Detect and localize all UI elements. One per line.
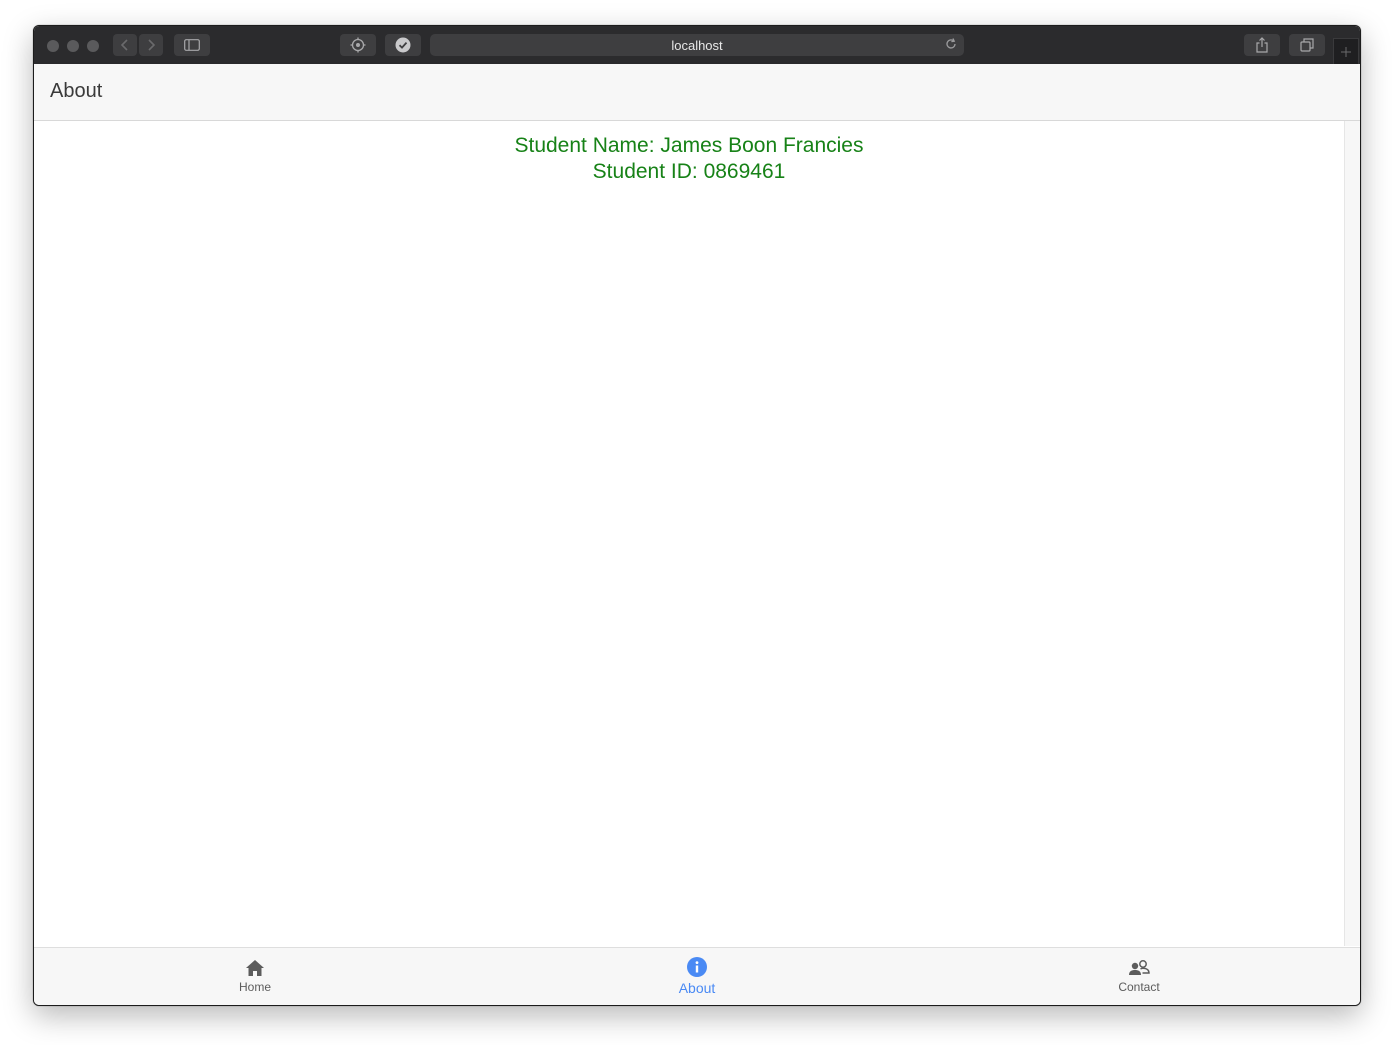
minimize-window-button[interactable] (67, 40, 79, 52)
scrollbar[interactable] (1344, 121, 1360, 946)
tabs-icon (1300, 38, 1314, 52)
check-circle-icon (395, 37, 411, 53)
tab-about-label: About (678, 980, 716, 996)
home-icon (246, 960, 264, 976)
tab-contact-label: Contact (1118, 980, 1160, 994)
share-icon (1256, 37, 1268, 53)
extension-button[interactable] (340, 34, 376, 56)
tab-bar: Home About Contact (34, 947, 1360, 1005)
share-button[interactable] (1244, 34, 1280, 56)
tab-home-label: Home (238, 980, 271, 994)
info-icon (687, 957, 707, 977)
back-button[interactable] (113, 34, 137, 56)
tab-home[interactable]: Home (34, 948, 476, 1005)
tab-contact[interactable]: Contact (918, 948, 1360, 1005)
target-icon (350, 37, 366, 53)
page-content: Student Name: James Boon Francies Studen… (34, 121, 1344, 946)
browser-toolbar: localhost (34, 26, 1360, 65)
contacts-icon (1129, 960, 1150, 975)
app-header: About (34, 64, 1360, 121)
close-window-button[interactable] (47, 40, 59, 52)
student-id: Student ID: 0869461 (592, 160, 786, 183)
sidebar-icon (184, 39, 200, 51)
tab-about[interactable]: About (476, 948, 918, 1005)
new-tab-button[interactable] (1333, 38, 1359, 65)
chevron-right-icon (148, 39, 156, 51)
browser-window: localhost About Student Name: James Boon… (33, 25, 1361, 1006)
plus-icon (1341, 47, 1351, 57)
student-name: Student Name: James Boon Francies (514, 134, 864, 157)
student-info: Student Name: James Boon Francies Studen… (34, 121, 1344, 185)
chevron-left-icon (120, 39, 128, 51)
forward-button[interactable] (139, 34, 163, 56)
sidebar-toggle-button[interactable] (174, 34, 210, 56)
reload-icon[interactable] (944, 37, 958, 54)
page-title: About (50, 80, 103, 102)
address-bar[interactable]: localhost (430, 34, 964, 56)
tabs-overview-button[interactable] (1289, 34, 1325, 56)
verified-extension-button[interactable] (385, 34, 421, 56)
address-text: localhost (671, 37, 723, 53)
zoom-window-button[interactable] (87, 40, 99, 52)
